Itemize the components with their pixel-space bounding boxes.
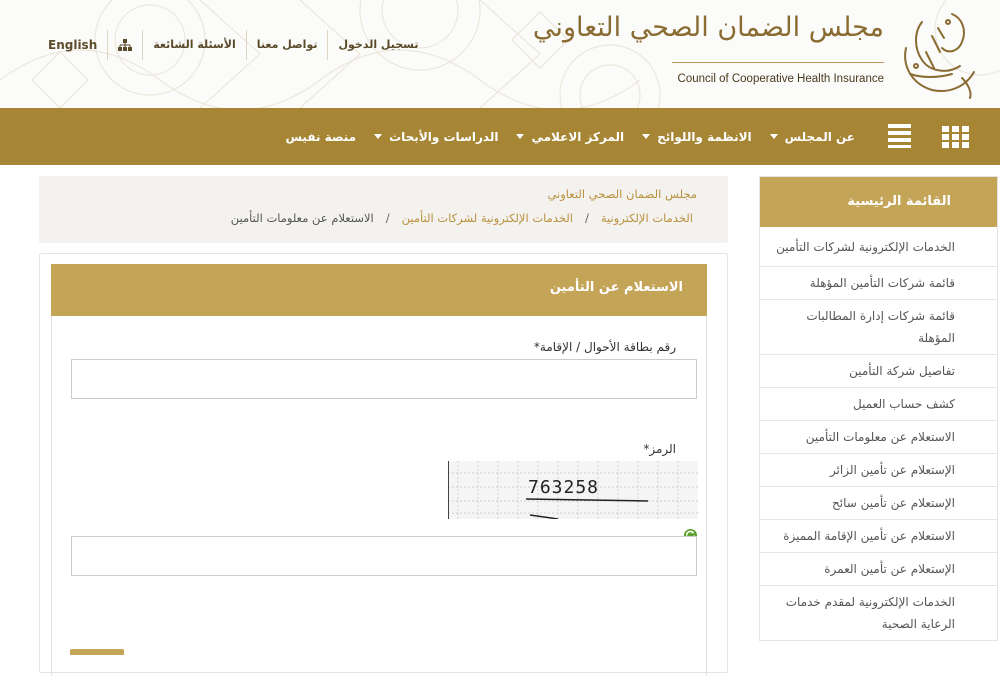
sidebar-item-insurance-info-inquiry[interactable]: الاستعلام عن معلومات التأمين <box>760 420 997 453</box>
breadcrumb-item-current: الاستعلام عن معلومات التأمين <box>230 211 374 225</box>
sidebar-item-label: الإستعلام عن تأمين سائح <box>832 496 955 510</box>
form-title: الاستعلام عن التأمين <box>51 264 707 316</box>
council-logo-emblem[interactable] <box>892 8 982 100</box>
chevron-down-icon <box>642 134 651 139</box>
sidebar-item-visitor-insurance[interactable]: الإستعلام عن تأمين الزائر <box>760 453 997 486</box>
sidebar-item-label: قائمة شركات التأمين المؤهلة <box>809 276 955 290</box>
logo-english-wordmark: Council of Cooperative Health Insurance <box>677 73 884 85</box>
sidebar-item-label: قائمة شركات إدارة المطالبات المؤهلة <box>806 309 955 345</box>
nav-item-nafees[interactable]: منصة نفيس <box>276 130 365 144</box>
sidebar-item-customer-statement[interactable]: كشف حساب العميل <box>760 387 997 420</box>
breadcrumb: مجلس الضمان الصحي التعاوني الخدمات الإلك… <box>39 176 728 243</box>
grid-menu-icon[interactable] <box>942 126 969 148</box>
sidebar-item-label: الإستعلام عن تأمين العمرة <box>824 562 955 576</box>
sitemap-link[interactable] <box>108 30 144 60</box>
sidebar-item-umrah-insurance[interactable]: الإستعلام عن تأمين العمرة <box>760 552 997 585</box>
nav-item-label: عن المجلس <box>784 129 855 144</box>
id-number-input[interactable] <box>71 359 697 399</box>
sidebar-item-label: تفاصيل شركة التأمين <box>849 364 955 378</box>
sidebar-title: القائمة الرئيسية <box>760 177 997 227</box>
sidebar-item-label: الاستعلام عن معلومات التأمين <box>805 430 955 444</box>
nav-item-media-center[interactable]: المركز الاعلامي <box>507 130 633 144</box>
captcha-text: 763258 <box>528 477 599 498</box>
sidebar-item-provider-eservices[interactable]: الخدمات الإلكترونية لمقدم خدمات الرعاية … <box>760 585 997 640</box>
sidebar-item-qualified-claims-managers[interactable]: قائمة شركات إدارة المطالبات المؤهلة <box>760 299 997 354</box>
logo-divider <box>672 62 884 63</box>
main-navbar: عن المجلس الانظمة واللوائح المركز الاعلا… <box>0 108 1000 165</box>
contact-link[interactable]: تواصل معنا <box>247 30 329 60</box>
sidebar-item-insurer-details[interactable]: تفاصيل شركة التأمين <box>760 354 997 387</box>
sidebar-item-label: الاستعلام عن تأمين الإقامة المميزة <box>783 529 955 543</box>
nav-item-label: الدراسات والأبحاث <box>389 129 499 144</box>
chevron-down-icon <box>769 134 778 139</box>
logo-arabic-wordmark: مجلس الضمان الصحي التعاوني <box>532 12 885 43</box>
nav-item-label: منصة نفيس <box>285 129 357 144</box>
site-header: English الأسئلة الشائعة تواصل معنا تسجيل… <box>0 0 1000 108</box>
sidebar-item-tourist-insurance[interactable]: الإستعلام عن تأمين سائح <box>760 486 997 519</box>
breadcrumb-item-eservices[interactable]: الخدمات الإلكترونية <box>601 211 693 225</box>
captcha-code-label: الرمز* <box>643 442 676 456</box>
breadcrumb-separator: / <box>385 211 390 225</box>
login-link[interactable]: تسجيل الدخول <box>328 30 428 60</box>
breadcrumb-separator: / <box>585 211 589 225</box>
captcha-code-input[interactable] <box>71 536 697 576</box>
list-menu-icon[interactable] <box>888 124 911 148</box>
chevron-down-icon <box>374 134 383 139</box>
nav-item-label: الانظمة واللوائح <box>657 129 752 144</box>
sidebar-item-qualified-insurers[interactable]: قائمة شركات التأمين المؤهلة <box>760 266 997 299</box>
sidebar-item-label: كشف حساب العميل <box>853 397 955 411</box>
sidebar-list: الخدمات الإلكترونية لشركات التأمين قائمة… <box>760 227 997 640</box>
sidebar-item-premium-residency-insurance[interactable]: الاستعلام عن تأمين الإقامة المميزة <box>760 519 997 552</box>
captcha-image: 763258 <box>448 461 698 519</box>
nav-item-studies[interactable]: الدراسات والأبحاث <box>365 130 507 144</box>
top-links-bar: English الأسئلة الشائعة تواصل معنا تسجيل… <box>38 30 428 60</box>
breadcrumb-path: الخدمات الإلكترونية / الخدمات الإلكتروني… <box>231 211 693 225</box>
sitemap-icon <box>118 39 133 51</box>
form-panel: رقم بطاقة الأحوال / الإقامة* الرمز* 7632… <box>51 316 707 676</box>
submit-button[interactable] <box>70 649 124 655</box>
language-switch-link[interactable]: English <box>38 30 109 60</box>
sidebar-item-label: الخدمات الإلكترونية لشركات التأمين <box>776 239 955 254</box>
sidebar-main-menu: القائمة الرئيسية الخدمات الإلكترونية لشر… <box>759 176 998 641</box>
sidebar-item-label: الخدمات الإلكترونية لمقدم خدمات الرعاية … <box>785 595 955 631</box>
nav-menu: عن المجلس الانظمة واللوائح المركز الاعلا… <box>276 108 864 165</box>
breadcrumb-item-insurance-eservices[interactable]: الخدمات الإلكترونية لشركات التأمين <box>402 211 573 225</box>
sidebar-item-insurance-eservices[interactable]: الخدمات الإلكترونية لشركات التأمين <box>760 227 997 266</box>
nav-item-regulations[interactable]: الانظمة واللوائح <box>633 130 761 144</box>
sidebar-item-label: الإستعلام عن تأمين الزائر <box>829 463 955 477</box>
id-number-label: رقم بطاقة الأحوال / الإقامة* <box>533 340 676 354</box>
nav-item-about[interactable]: عن المجلس <box>761 130 864 144</box>
breadcrumb-site-link[interactable]: مجلس الضمان الصحي التعاوني <box>547 187 697 201</box>
inquiry-form-card: الاستعلام عن التأمين رقم بطاقة الأحوال /… <box>39 253 728 676</box>
faq-link[interactable]: الأسئلة الشائعة <box>143 30 247 60</box>
chevron-down-icon <box>516 134 525 139</box>
nav-item-label: المركز الاعلامي <box>531 129 625 144</box>
